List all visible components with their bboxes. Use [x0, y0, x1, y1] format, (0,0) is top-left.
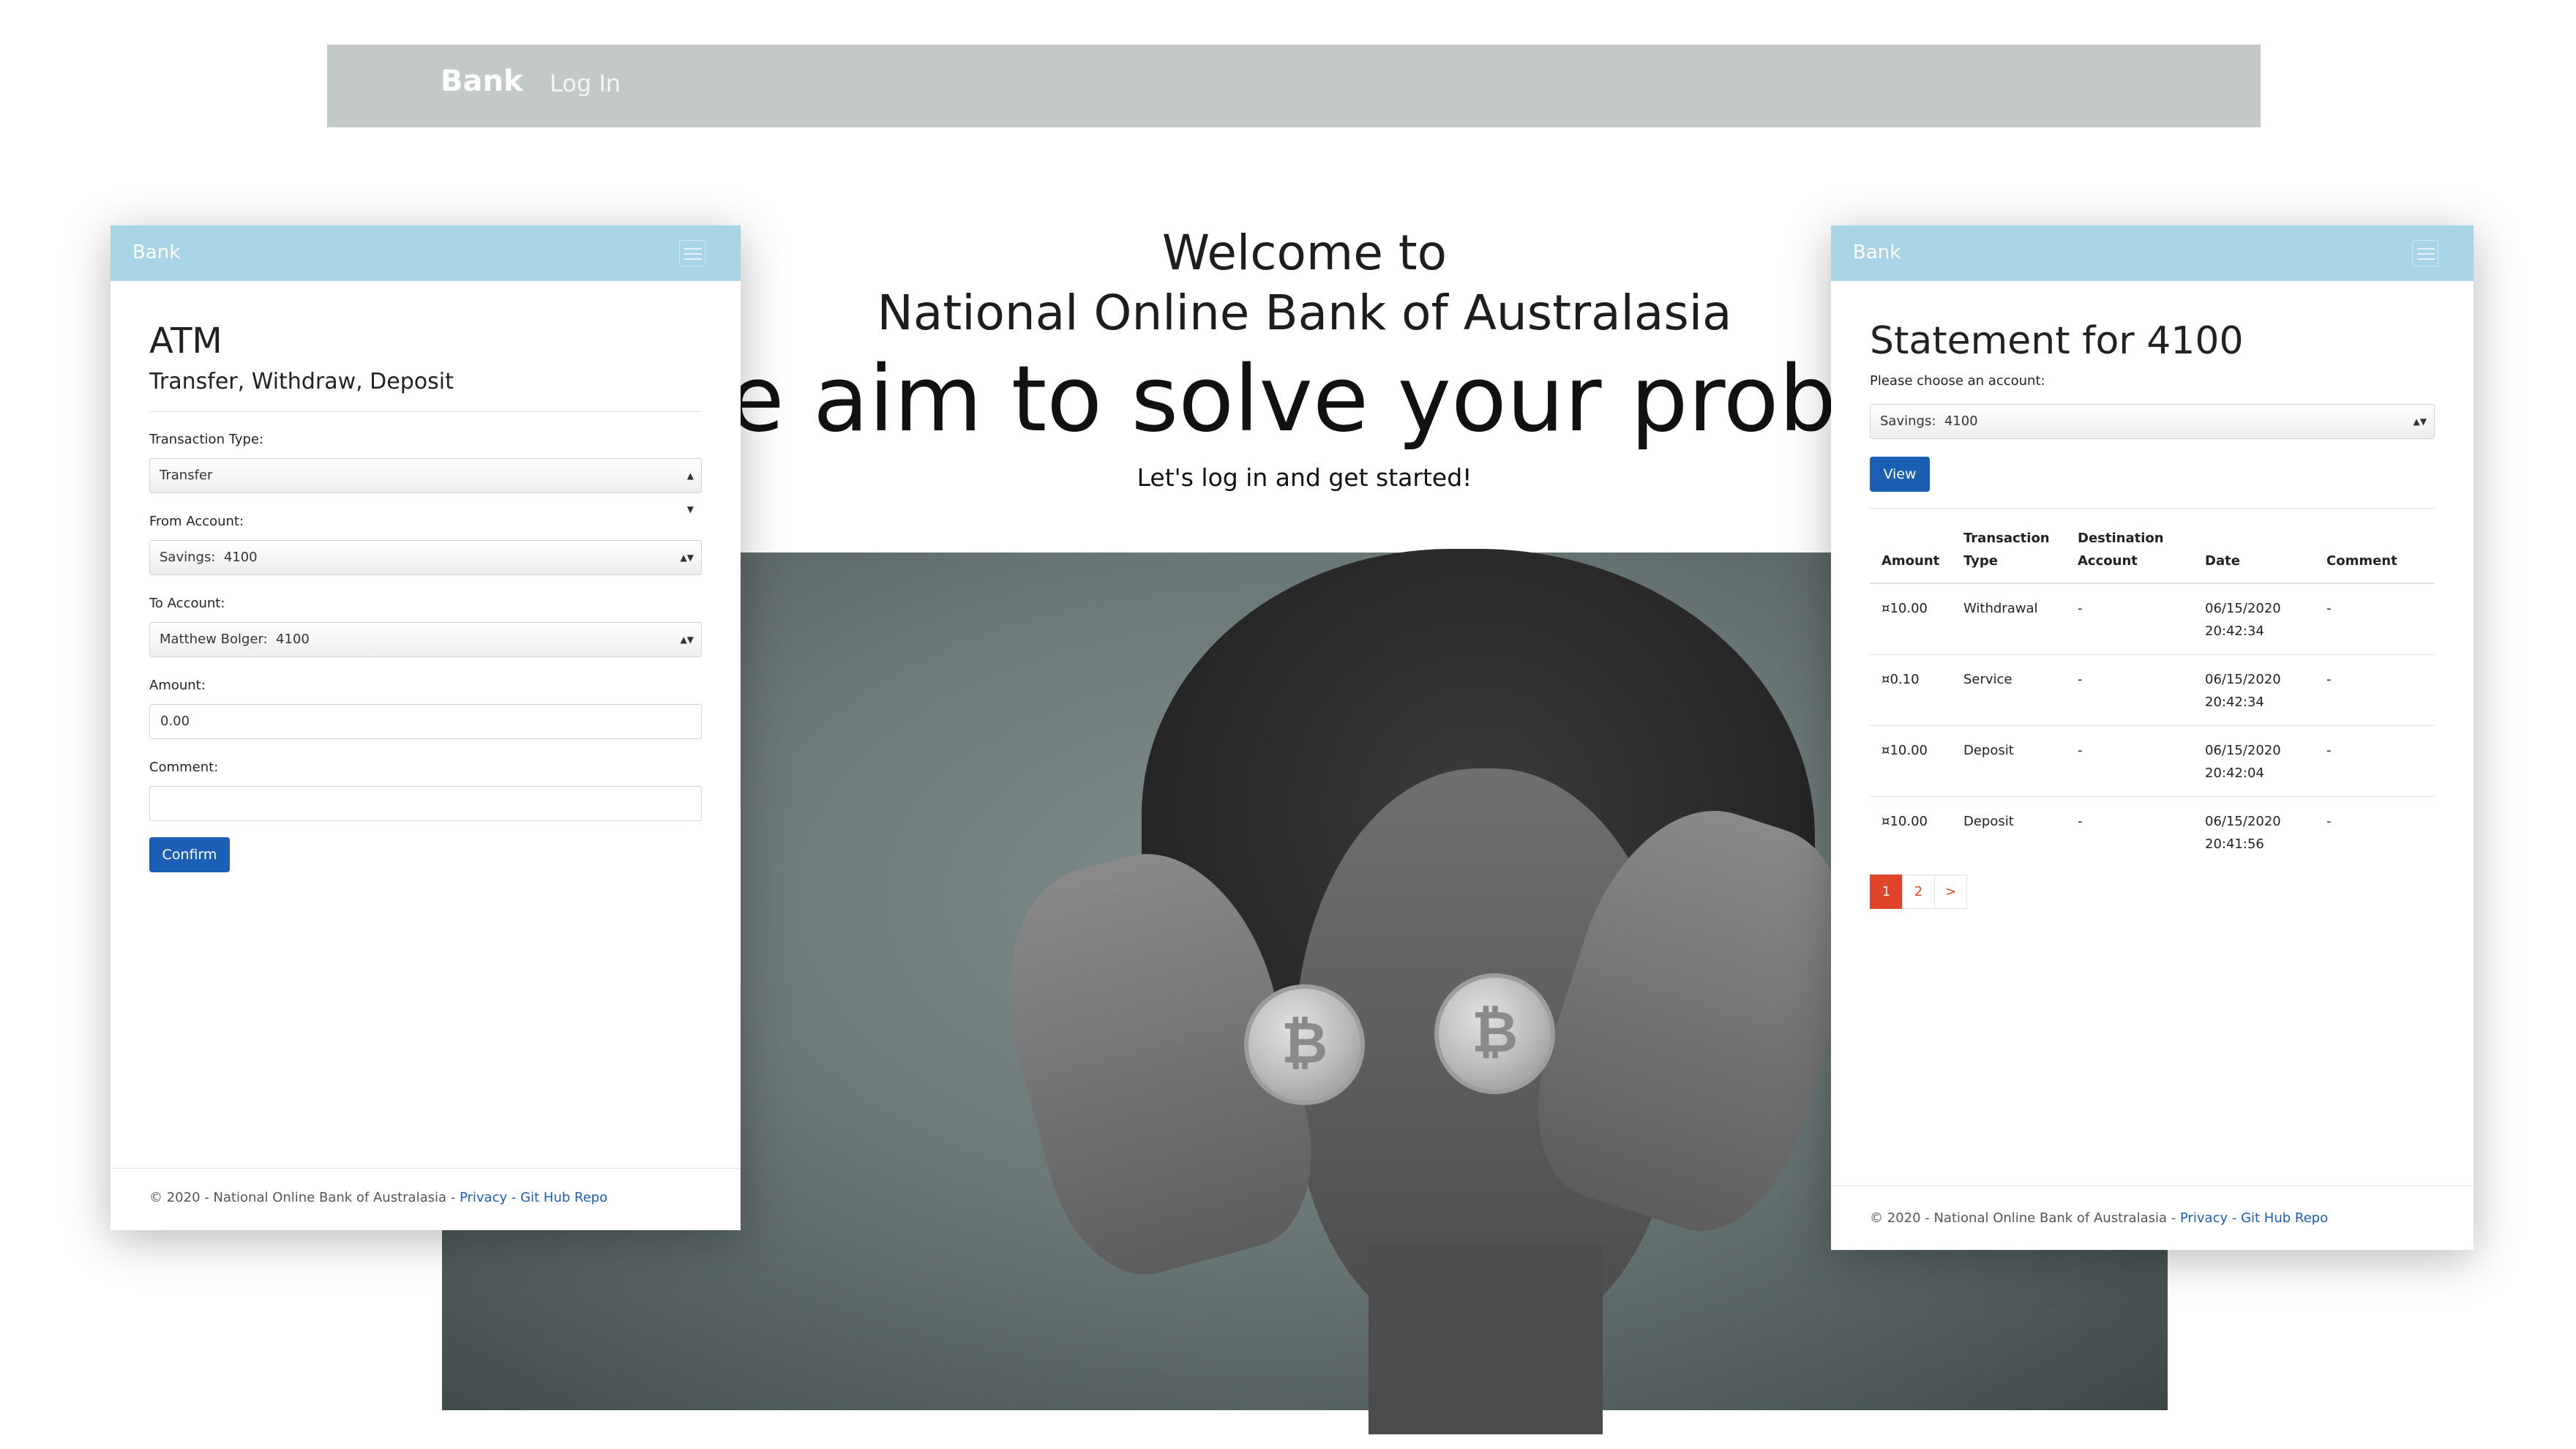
next-page-button[interactable]: > [1934, 875, 1967, 909]
destination-cell: - [2066, 725, 2193, 797]
statement-phone-screen: Bank Statement for 4100 Please choose an… [1831, 225, 2474, 1250]
comment-cell: - [2326, 813, 2332, 829]
confirm-button[interactable]: Confirm [149, 837, 230, 872]
amount-label: Amount: [149, 678, 206, 693]
select-arrow-icon: ▲▼ [680, 634, 694, 645]
hero-image-neck [1368, 1244, 1603, 1434]
comment-cell: - [2315, 583, 2435, 655]
pagination: 1 2 > [1870, 875, 1967, 909]
transaction-type-label: Transaction Type: [149, 432, 264, 447]
hero-welcome: Welcome to [1161, 225, 1448, 281]
to-account-select[interactable]: Matthew Bolger: 4100 ▲▼ [149, 622, 702, 657]
type-cell: Deposit [1963, 813, 2014, 829]
transaction-type-select[interactable]: Transfer ▲ ▼ [149, 458, 702, 514]
footer-separator: - [2228, 1210, 2242, 1226]
select-arrow-icon: ▲▼ [2413, 416, 2427, 427]
hero-subtitle: Let's log in and get started! [1137, 463, 1472, 492]
column-header: Amount [1870, 521, 1952, 584]
brand-link[interactable]: Bank [441, 64, 523, 98]
github-repo-link[interactable]: Git Hub Repo [2241, 1210, 2328, 1226]
page-2-button[interactable]: 2 [1902, 875, 1935, 909]
date-cell: 06/15/2020 20:42:04 [2193, 725, 2315, 797]
destination-cell: - [2078, 813, 2083, 829]
footer: © 2020 - National Online Bank of Austral… [149, 1190, 607, 1205]
view-button[interactable]: View [1870, 457, 1930, 492]
github-repo-link[interactable]: Git Hub Repo [520, 1190, 607, 1205]
table-row: ¤10.00 Deposit - 06/15/2020 20:42:04 - [1870, 725, 2435, 797]
type-cell: Service [1952, 654, 2066, 726]
footer-copyright: © 2020 - National Online Bank of Austral… [149, 1190, 460, 1205]
table-row: ¤10.00 Withdrawal - 06/15/2020 20:42:34 … [1870, 583, 2435, 655]
amount-cell: ¤0.10 [1870, 654, 1952, 726]
footer: © 2020 - National Online Bank of Austral… [1870, 1210, 2328, 1226]
footer-separator: - [507, 1190, 521, 1205]
atm-phone-screen: Bank ATM Transfer, Withdraw, Deposit Tra… [111, 225, 741, 1230]
amount-cell: ¤10.00 [1870, 583, 1952, 655]
transaction-type-value: Transfer [160, 468, 213, 483]
hero-section: Welcome to National Online Bank of Austr… [739, 223, 1870, 553]
account-select[interactable]: Savings: 4100 ▲▼ [1870, 404, 2435, 439]
footer-divider [111, 1168, 741, 1169]
date-cell: 06/15/2020 20:42:34 [2193, 583, 2315, 655]
column-header: Transaction Type [1952, 521, 2066, 584]
to-account-label: To Account: [149, 596, 225, 611]
bitcoin-icon: ₿ [1244, 984, 1365, 1105]
footer-copyright: © 2020 - National Online Bank of Austral… [1870, 1210, 2180, 1226]
from-account-value: Savings: 4100 [160, 550, 258, 565]
to-account-value: Matthew Bolger: 4100 [160, 632, 310, 647]
comment-cell: - [2315, 725, 2435, 797]
comment-cell: - [2315, 654, 2435, 726]
privacy-link[interactable]: Privacy [460, 1190, 507, 1205]
hero-tagline: We aim to solve your problems [739, 347, 1870, 452]
hero-bank-name: National Online Bank of Australasia [877, 285, 1732, 341]
privacy-link[interactable]: Privacy [2180, 1210, 2228, 1226]
login-link[interactable]: Log In [550, 70, 621, 97]
table-row: ¤10.00 Deposit - 06/15/2020 20:41:56 - [1870, 796, 2435, 867]
comment-label: Comment: [149, 760, 219, 775]
column-header: Destination Account [2066, 521, 2193, 584]
destination-cell: - [2066, 583, 2193, 655]
account-select-value: Savings: 4100 [1880, 413, 1978, 429]
transactions-table: Amount Transaction Type Destination Acco… [1870, 521, 2435, 867]
table-row: ¤0.10 Service - 06/15/2020 20:42:34 - [1870, 654, 2435, 726]
select-arrow-icon: ▲▼ [680, 553, 694, 563]
divider [1870, 508, 2435, 509]
date-cell: 06/15/2020 20:42:34 [2193, 654, 2315, 726]
column-header: Comment [2315, 521, 2435, 584]
bitcoin-icon: ₿ [1434, 973, 1555, 1094]
from-account-select[interactable]: Savings: 4100 ▲▼ [149, 540, 702, 575]
page-1-button[interactable]: 1 [1870, 875, 1903, 909]
destination-cell: - [2066, 654, 2193, 726]
date-cell: 06/15/2020 20:41:56 [2205, 813, 2281, 852]
amount-input[interactable]: 0.00 [149, 704, 702, 739]
top-navbar: Bank Log In [327, 45, 2261, 127]
amount-cell: ¤10.00 [1882, 813, 1928, 829]
comment-input[interactable] [149, 786, 702, 821]
type-cell: Deposit [1952, 725, 2066, 797]
column-header: Date [2193, 521, 2315, 584]
from-account-label: From Account: [149, 514, 244, 529]
amount-cell: ¤10.00 [1870, 725, 1952, 797]
select-arrow-icon: ▲▼ [686, 471, 694, 514]
type-cell: Withdrawal [1952, 583, 2066, 655]
table-header-row: Amount Transaction Type Destination Acco… [1870, 521, 2435, 584]
